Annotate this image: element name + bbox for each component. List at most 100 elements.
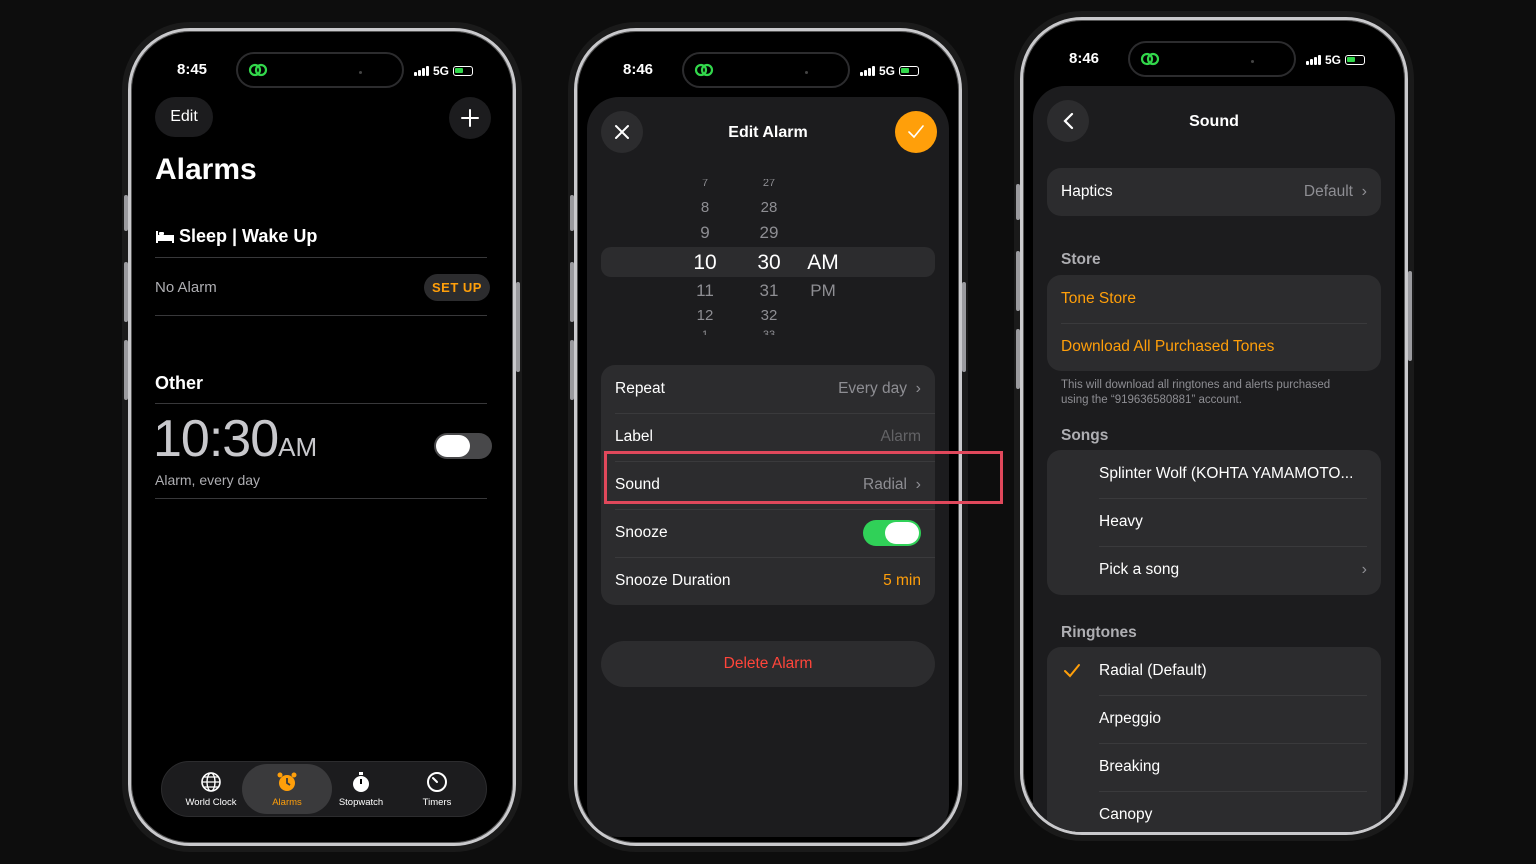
- picker-item: 31: [759, 281, 779, 300]
- picker-item: 28: [760, 199, 778, 216]
- network-label: 5G: [1325, 53, 1342, 67]
- system-indicators: 5G: [414, 64, 474, 78]
- system-indicators: 5G: [860, 64, 920, 78]
- other-section-header: Other: [155, 373, 204, 393]
- ringtone-name: Canopy: [1099, 806, 1153, 823]
- download-all-link[interactable]: Download All Purchased Tones: [1061, 338, 1274, 356]
- haptics-value: Default: [1303, 183, 1353, 200]
- snooze-toggle[interactable]: [863, 520, 921, 546]
- store-group: Tone Store Download All Purchased Tones: [1047, 275, 1381, 371]
- ringtone-row[interactable]: Canopy: [1047, 791, 1381, 832]
- alarm-subtitle: Alarm, every day: [155, 472, 261, 488]
- picker-item-selected: AM: [807, 251, 839, 274]
- status-bar: 8:46 5G: [1023, 20, 1405, 77]
- link-rings-icon: [248, 63, 268, 77]
- repeat-value: Every day: [838, 380, 907, 397]
- divider: [155, 403, 487, 404]
- songs-group: Splinter Wolf (KOHTA YAMAMOTO... Heavy P…: [1047, 450, 1381, 595]
- tab-label: Timers: [422, 796, 452, 808]
- picker-item: 9: [700, 223, 710, 242]
- songs-header: Songs: [1061, 427, 1109, 444]
- picker-item: 1: [701, 329, 709, 335]
- ringtone-row-selected[interactable]: Radial (Default): [1047, 647, 1381, 695]
- picker-item: 8: [700, 199, 710, 216]
- tab-label: World Clock: [185, 796, 237, 808]
- battery-charging-icon: [1345, 55, 1366, 65]
- song-title: Heavy: [1099, 513, 1143, 530]
- chevron-right-icon: ›: [1361, 183, 1367, 200]
- system-indicators: 5G: [1306, 53, 1366, 67]
- ringtones-header: Ringtones: [1061, 624, 1137, 641]
- picker-item: PM: [810, 281, 836, 300]
- haptics-row[interactable]: Haptics Default ›: [1047, 168, 1381, 216]
- signal-icon: [414, 66, 429, 76]
- delete-alarm-button[interactable]: Delete Alarm: [601, 641, 935, 687]
- page-title: Alarms: [155, 153, 257, 186]
- network-label: 5G: [433, 64, 450, 78]
- signal-icon: [1306, 55, 1321, 65]
- snooze-label: Snooze: [615, 524, 668, 541]
- store-footnote-line: This will download all ringtones and ale…: [1061, 379, 1331, 391]
- picker-item: 32: [760, 307, 778, 324]
- add-alarm-button[interactable]: [449, 97, 491, 139]
- tone-store-link[interactable]: Tone Store: [1061, 290, 1136, 308]
- sound-sheet: Sound Haptics Default › Store Tone Store…: [1033, 86, 1395, 832]
- alarm-toggle[interactable]: [434, 433, 492, 459]
- period-picker[interactable]: AM PM: [801, 179, 845, 345]
- signal-icon: [860, 66, 875, 76]
- phone-alarms: 8:45 5G Edit Alarms Sleep | Wake Up No A…: [128, 28, 516, 846]
- confirm-button[interactable]: [895, 111, 937, 153]
- phone-sound: 8:46 5G Sound Haptics Default › Store To…: [1020, 17, 1408, 835]
- tab-stopwatch[interactable]: Stopwatch: [318, 762, 404, 816]
- chevron-right-icon: ›: [915, 380, 921, 397]
- link-rings-icon: [1140, 52, 1160, 66]
- tab-label: Alarms: [272, 796, 302, 808]
- edit-button[interactable]: Edit: [155, 97, 213, 137]
- sound-row-highlight: [604, 451, 1003, 504]
- tab-label: Stopwatch: [338, 796, 384, 808]
- tab-bar: World Clock Alarms Stopwatch Timers: [161, 761, 487, 817]
- picker-item: 7: [701, 179, 709, 187]
- globe-icon: [201, 771, 221, 792]
- dynamic-island: [1128, 41, 1296, 77]
- divider: [155, 315, 487, 316]
- store-footnote-line: using the “919636580881” account.: [1061, 393, 1242, 406]
- picker-item-selected: 10: [693, 251, 717, 274]
- picker-item: 33: [762, 329, 776, 335]
- haptics-label: Haptics: [1061, 183, 1113, 200]
- divider: [155, 257, 487, 258]
- alarm-time-value: 10:30: [153, 410, 279, 468]
- setup-button[interactable]: SET UP: [424, 274, 490, 301]
- ringtone-name: Radial (Default): [1099, 662, 1207, 679]
- ringtone-name: Arpeggio: [1099, 710, 1162, 727]
- toggle-knob: [885, 522, 919, 544]
- status-time: 8:45: [177, 61, 208, 78]
- tab-timers[interactable]: Timers: [394, 762, 480, 816]
- label-label: Label: [615, 428, 653, 445]
- tone-store-row[interactable]: Tone Store: [1047, 275, 1381, 323]
- ringtone-row[interactable]: Breaking: [1047, 743, 1381, 791]
- label-input[interactable]: Alarm: [881, 428, 921, 446]
- minute-picker[interactable]: 27 28 29 30 31 32 33: [747, 179, 791, 345]
- song-row[interactable]: Heavy: [1047, 498, 1381, 546]
- snooze-duration-value[interactable]: 5 min: [883, 572, 921, 590]
- status-time: 8:46: [1069, 50, 1100, 67]
- network-label: 5G: [879, 64, 896, 78]
- repeat-row[interactable]: Repeat Every day ›: [601, 365, 935, 413]
- snooze-row: Snooze: [601, 509, 935, 557]
- sleep-section-header: Sleep | Wake Up: [155, 226, 317, 247]
- alarm-ampm: AM: [278, 432, 318, 462]
- status-time: 8:46: [623, 61, 654, 78]
- stopwatch-icon: [353, 771, 369, 792]
- pick-song-row[interactable]: Pick a song ›: [1047, 546, 1381, 594]
- song-row[interactable]: Splinter Wolf (KOHTA YAMAMOTO...: [1047, 450, 1381, 498]
- link-rings-icon: [694, 63, 714, 77]
- timer-icon: [427, 771, 447, 792]
- chevron-right-icon: ›: [1361, 561, 1367, 578]
- snooze-duration-row[interactable]: Snooze Duration 5 min: [601, 557, 935, 605]
- battery-charging-icon: [899, 66, 920, 76]
- download-all-row[interactable]: Download All Purchased Tones: [1047, 323, 1381, 371]
- ringtone-row[interactable]: Arpeggio: [1047, 695, 1381, 743]
- hour-picker[interactable]: 7 8 9 10 11 12 1: [683, 179, 727, 345]
- ringtones-group: Radial (Default) Arpeggio Breaking Canop…: [1047, 647, 1381, 832]
